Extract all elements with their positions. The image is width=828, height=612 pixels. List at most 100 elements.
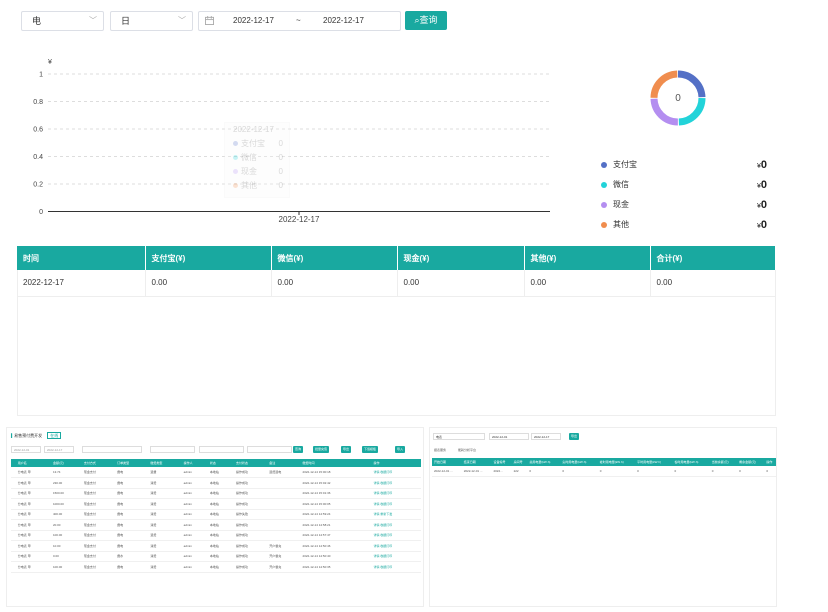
- table-cell[interactable]: 详情 收据打印: [371, 519, 421, 531]
- chevron-down-icon: ﹀: [89, 16, 97, 25]
- table-cell[interactable]: 详情 收据打印: [371, 477, 421, 489]
- table-cell: 现金支付: [81, 551, 116, 562]
- table-cell: 现金支付: [81, 519, 116, 531]
- thumb-export-button[interactable]: 导出: [341, 446, 352, 453]
- table-cell: 现金支付: [81, 561, 116, 573]
- thumb-download-template-button[interactable]: 下载模板: [362, 446, 379, 453]
- thumb-tab-reports[interactable]: 报表服务: [434, 448, 446, 452]
- tooltip-value: 0: [278, 167, 283, 176]
- date-start[interactable]: 2022-12-17: [233, 12, 274, 30]
- column-header: 当前余额(元): [709, 458, 738, 466]
- table-cell: 操作成功: [233, 467, 268, 478]
- summary-table: 时间 支付宝(¥) 微信(¥) 现金(¥) 其他(¥) 合计(¥) 2022-1…: [17, 246, 776, 297]
- energy-report-thumbnail: 电表 2022-12-01 2022-12-17 导出 报表服务 能耗分析平台 …: [429, 427, 777, 607]
- table-cell[interactable]: 详情 收据打印: [371, 498, 421, 510]
- table-cell: 222: [511, 466, 528, 477]
- tooltip-value: 0: [278, 153, 283, 162]
- table-cell: 0.00: [397, 270, 525, 297]
- legend-label: 其他: [613, 220, 629, 229]
- table-cell[interactable]: 详情 重新下发: [371, 509, 421, 520]
- table-cell[interactable]: 详情 收据打印: [371, 488, 421, 499]
- table-cell: 操作失败: [233, 509, 268, 520]
- tooltip-value: 0: [278, 139, 283, 148]
- period-select[interactable]: 日 ﹀: [110, 11, 193, 31]
- legend-label: 微信: [613, 180, 629, 189]
- table-cell: 操作成功: [233, 477, 268, 489]
- table-cell: 分电表 甲: [15, 540, 51, 552]
- legend-value: ¥0: [756, 179, 767, 191]
- table-cell: 分电表 甲: [15, 530, 51, 541]
- column-header: 开始日期: [432, 458, 462, 466]
- legend-label: 现金: [613, 200, 629, 209]
- table-cell: 分电表 甲: [15, 519, 51, 531]
- column-header-total: 合计(¥): [650, 246, 776, 270]
- tooltip-row: 支付宝 0: [225, 137, 289, 151]
- legend-label: 支付宝: [613, 160, 637, 169]
- thumb-tab-energy[interactable]: 能耗分析平台: [458, 448, 476, 452]
- table-cell: 操作成功: [233, 561, 268, 573]
- table-cell: 費电: [115, 519, 149, 531]
- column-header: 支付状态: [233, 459, 268, 467]
- table-cell: 2022-12-14 14:50:46: [300, 540, 372, 552]
- column-header: 订单类型: [115, 459, 149, 467]
- table-cell: 20.00: [50, 519, 82, 531]
- table-cell: 操作成功: [233, 498, 268, 510]
- table-cell: 0: [597, 466, 636, 477]
- thumb-filter-input[interactable]: [247, 446, 292, 453]
- table-cell: admin: [181, 530, 208, 541]
- table-cell[interactable]: 详情 收据打印: [371, 540, 421, 552]
- legend-item-other: 其他 ¥0: [601, 218, 769, 232]
- table-header-row: 用户名 金额(元) 支付方式 订单类型 缴费类型 操作人 状态 支付状态 备注 缴费时间 操作: [11, 459, 421, 467]
- date-end[interactable]: 2022-12-17: [323, 12, 364, 30]
- legend-item-wechat: 微信 ¥0: [601, 178, 769, 192]
- period-select-value: 日: [121, 16, 131, 26]
- table-cell: admin: [181, 551, 208, 562]
- tooltip-label: 支付宝: [241, 139, 265, 148]
- table-cell: 消费: [148, 540, 182, 552]
- table-cell: 退費: [148, 467, 182, 478]
- column-header-other: 其他(¥): [524, 246, 651, 270]
- table-row: 分电表 甲 400.00 现金支付 費电 消费 admin 本地站 操作失败 2022-12-1…: [11, 509, 421, 520]
- thumb-export-button[interactable]: 导出: [569, 433, 580, 440]
- date-range-picker[interactable]: 2022-12-17 ~ 2022-12-17: [198, 11, 401, 31]
- x-tick-label: 2022-12-17: [279, 215, 320, 224]
- thumb-batch-recharge-button[interactable]: 批量充值: [313, 446, 330, 453]
- table-cell: 本地站: [207, 530, 234, 541]
- thumb-query-button[interactable]: 查询: [293, 446, 304, 453]
- thumb-import-button[interactable]: 导入: [395, 446, 406, 453]
- table-cell[interactable]: 0: [764, 466, 776, 477]
- column-header-cash: 现金(¥): [397, 246, 525, 270]
- table-cell: 2022-12-01 ...: [432, 466, 462, 477]
- table-cell[interactable]: 详情 收据打印: [371, 467, 421, 478]
- table-cell[interactable]: 详情 收据打印: [371, 551, 421, 562]
- thumb-filter-input[interactable]: [82, 446, 142, 453]
- thumb-date-start[interactable]: 2022-12-01: [489, 433, 529, 440]
- table-cell: admin: [181, 498, 208, 510]
- y-tick-label: 0.4: [33, 154, 43, 161]
- chart-y-unit: ¥: [48, 59, 52, 66]
- thumb-date-end[interactable]: 2022-12-17: [44, 446, 74, 453]
- table-cell: 本地站: [207, 467, 234, 478]
- table-cell: 现金支付: [81, 498, 116, 510]
- thumb-date-end[interactable]: 2022-12-17: [531, 433, 561, 440]
- type-select[interactable]: 电 ﹀: [21, 11, 104, 31]
- table-cell: 分电表 甲: [15, 498, 51, 510]
- thumb-filter-input[interactable]: [150, 446, 195, 453]
- table-cell: 现金支付: [81, 540, 116, 552]
- table-cell: 操作成功: [233, 488, 268, 499]
- table-cell: 0.00: [650, 270, 776, 297]
- table-cell[interactable]: 详情 收据打印: [371, 530, 421, 541]
- table-row: 分电表 甲 230.00 现金支付 費电 消费 admin 本地站 操作成功 2022-12-1…: [11, 477, 421, 489]
- y-tick-label: 0.6: [33, 127, 43, 134]
- thumb-date-start[interactable]: 2022-12-01: [11, 446, 41, 453]
- table-cell[interactable]: 详情 收据打印: [371, 561, 421, 573]
- column-header: 操作: [371, 459, 421, 467]
- table-cell: [267, 509, 301, 520]
- thumb-report-table: 开始日期 结束日期 设备编号 房间号 总用电量(kW·h) 尖时用电量(kW·h) 峰时用电…: [432, 458, 776, 477]
- thumb-filter-input[interactable]: [199, 446, 244, 453]
- table-cell: 0: [560, 466, 598, 477]
- legend-item-alipay: 支付宝 ¥0: [601, 158, 769, 172]
- query-button[interactable]: ⌕查询: [405, 11, 447, 30]
- table-cell: 1000.00: [50, 498, 82, 510]
- thumb-meter-select[interactable]: 电表: [433, 433, 485, 440]
